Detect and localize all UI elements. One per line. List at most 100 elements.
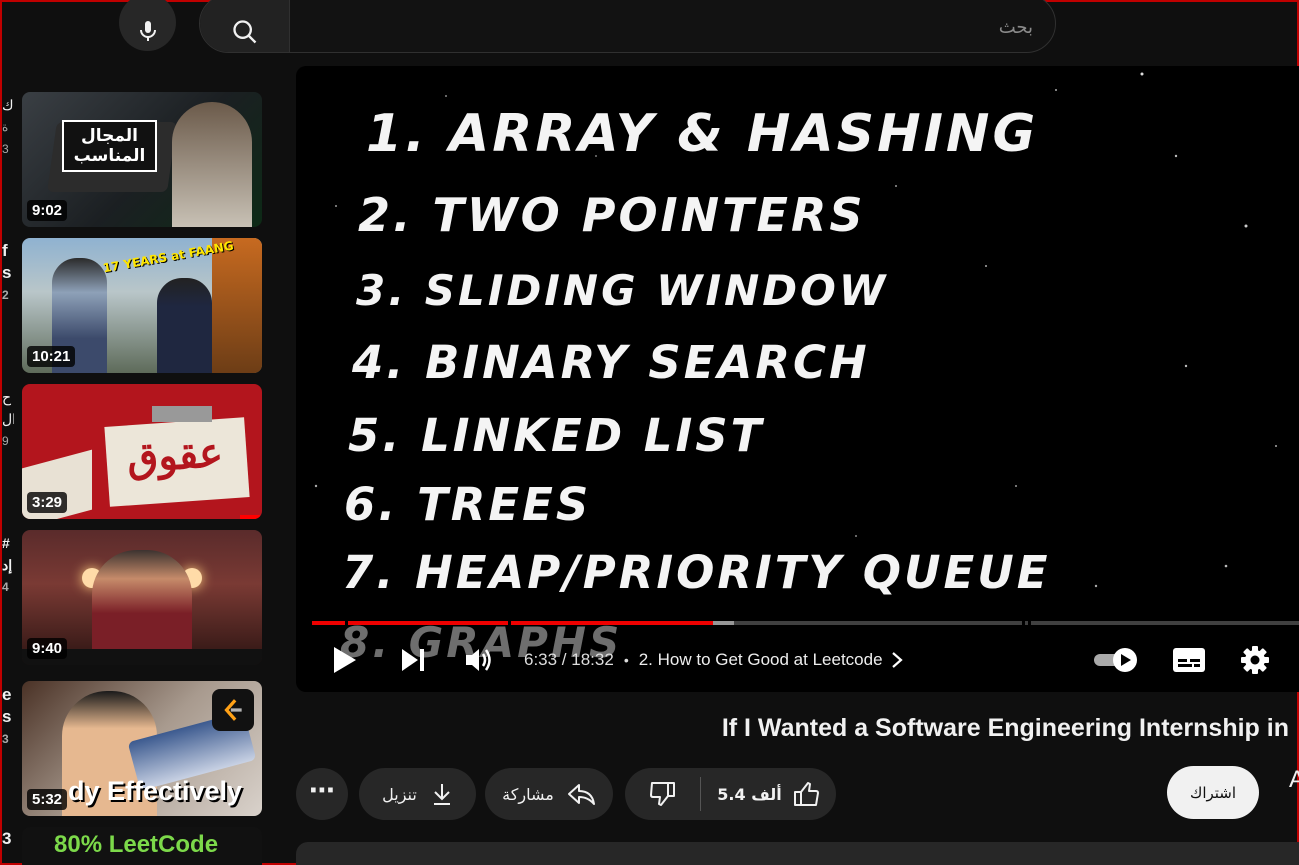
tape-image bbox=[152, 406, 212, 422]
download-icon bbox=[433, 784, 450, 805]
rec-channel-fragment: s bbox=[2, 707, 12, 726]
thumbs-up-icon bbox=[793, 782, 819, 806]
person-image bbox=[172, 102, 252, 227]
topic-line-4: 4. BINARY SEARCH bbox=[352, 336, 870, 389]
time-display: 6:33 / 18:32 • 2. How to Get Good at Lee… bbox=[524, 636, 905, 684]
video-duration: 5:32 bbox=[27, 789, 68, 810]
rec-thumbnail-1[interactable]: المجال المناسب 9:02 bbox=[22, 92, 262, 227]
chapter-marker bbox=[1022, 621, 1025, 625]
captions-icon bbox=[1173, 648, 1205, 672]
search-button[interactable] bbox=[200, 0, 290, 52]
rec-channel-fragment: ال bbox=[2, 411, 14, 427]
gear-icon bbox=[1241, 646, 1269, 674]
share-label: مشاركة bbox=[502, 784, 554, 804]
rec-channel-fragment: إد bbox=[2, 557, 13, 573]
thumbnail-caption: المجال المناسب bbox=[62, 120, 157, 172]
share-button[interactable]: مشاركة bbox=[485, 768, 613, 820]
leetcode-logo-icon bbox=[212, 689, 254, 731]
time-readout: 6:33 / 18:32 bbox=[524, 650, 614, 669]
rec-meta-fragment: 2 bbox=[2, 288, 9, 302]
rec-edge-text-2[interactable]: f s 2 bbox=[2, 240, 14, 306]
rec-title-fragment: e bbox=[2, 685, 12, 704]
rec-thumbnail-4[interactable]: 9:40 bbox=[22, 530, 262, 665]
player-controls: 6:33 / 18:32 • 2. How to Get Good at Lee… bbox=[296, 636, 1299, 684]
settings-button[interactable] bbox=[1240, 636, 1270, 684]
search-bar bbox=[199, 0, 1056, 53]
rec-channel-fragment: s bbox=[2, 263, 12, 282]
video-duration: 9:40 bbox=[27, 638, 68, 659]
rec-meta-fragment: 9 bbox=[2, 434, 9, 448]
more-icon: ⋯ bbox=[309, 776, 335, 806]
topic-line-5: 5. LINKED LIST bbox=[348, 409, 765, 462]
video-duration: 9:02 bbox=[27, 200, 68, 221]
rec-meta-fragment: 3 bbox=[2, 732, 9, 746]
video-player[interactable]: 1. ARRAY & HASHING 2. TWO POINTERS 3. SL… bbox=[296, 66, 1299, 692]
rec-edge-text-6[interactable]: 3 bbox=[2, 828, 14, 850]
rec-edge-text-3[interactable]: ح ال 9 bbox=[2, 386, 14, 452]
video-duration: 3:29 bbox=[27, 492, 68, 513]
video-title: If I Wanted a Software Engineering Inter… bbox=[721, 714, 1289, 742]
thumbnail-caption: 80% LeetCode bbox=[54, 831, 219, 858]
rec-title-fragment: 3 bbox=[2, 829, 12, 848]
like-button[interactable]: 5.4 ألف bbox=[701, 768, 836, 820]
like-dislike-group: 5.4 ألف bbox=[625, 768, 836, 820]
chapter-title[interactable]: 2. How to Get Good at Leetcode bbox=[639, 650, 883, 670]
volume-icon bbox=[466, 649, 491, 671]
skip-next-icon bbox=[402, 649, 424, 671]
tree-image bbox=[212, 238, 262, 373]
rec-title-fragment: # bbox=[2, 535, 10, 551]
topic-line-7: 7. HEAP/PRIORITY QUEUE bbox=[342, 546, 1051, 599]
rec-edge-text-4[interactable]: # إد 4 bbox=[2, 532, 14, 598]
rec-channel-fragment: ة bbox=[2, 120, 9, 134]
subscribe-button[interactable]: اشتراك bbox=[1167, 766, 1259, 819]
rec-title-fragment: ح bbox=[2, 389, 12, 405]
autoplay-icon bbox=[1094, 648, 1137, 672]
video-duration: 10:21 bbox=[27, 346, 76, 367]
progress-played bbox=[312, 621, 713, 625]
like-count: 5.4 ألف bbox=[717, 784, 782, 804]
person-image bbox=[92, 550, 192, 665]
rec-edge-text-1[interactable]: ك ة 3 bbox=[2, 94, 14, 160]
voice-search-button[interactable] bbox=[119, 0, 176, 51]
progress-bar[interactable] bbox=[312, 621, 1299, 625]
volume-button[interactable] bbox=[464, 636, 494, 684]
topic-line-1: 1. ARRAY & HASHING bbox=[366, 104, 1039, 164]
rec-thumbnail-6[interactable]: 80% LeetCode bbox=[22, 827, 262, 865]
topic-line-2: 2. TWO POINTERS bbox=[358, 188, 866, 242]
play-button[interactable] bbox=[332, 636, 358, 684]
search-icon bbox=[232, 19, 256, 43]
rec-title-fragment: f bbox=[2, 241, 8, 260]
rec-thumbnail-3[interactable]: عقوق 3:29 bbox=[22, 384, 262, 519]
chapter-marker bbox=[345, 621, 348, 625]
next-button[interactable] bbox=[400, 636, 426, 684]
rec-title-fragment: ك bbox=[2, 97, 14, 113]
rec-edge-text-5[interactable]: e s 3 bbox=[2, 684, 14, 750]
channel-name-fragment: A bbox=[1289, 766, 1299, 793]
rec-thumbnail-5[interactable]: dy Effectively 5:32 bbox=[22, 681, 262, 816]
watch-progress bbox=[240, 515, 260, 519]
separator-dot: • bbox=[623, 652, 629, 668]
share-icon bbox=[567, 784, 595, 805]
play-icon bbox=[334, 647, 356, 673]
topic-line-6: 6. TREES bbox=[344, 478, 592, 531]
autoplay-toggle[interactable] bbox=[1092, 636, 1140, 684]
person-image bbox=[157, 278, 212, 373]
captions-button[interactable] bbox=[1172, 636, 1206, 684]
download-label: تنزيل bbox=[382, 784, 417, 804]
rec-thumbnail-2[interactable]: 17 YEARS at FAANG 10:21 bbox=[22, 238, 262, 373]
microphone-icon bbox=[139, 20, 156, 41]
description-box[interactable] bbox=[296, 842, 1299, 865]
rec-meta-fragment: 4 bbox=[2, 580, 9, 594]
download-button[interactable]: تنزيل bbox=[359, 768, 476, 820]
rec-meta-fragment: 3 bbox=[2, 142, 9, 156]
thumbs-down-icon bbox=[649, 782, 675, 806]
thumbnail-caption: عقوق bbox=[125, 428, 225, 483]
chevron-right-icon bbox=[891, 652, 903, 668]
topic-line-3: 3. SLIDING WINDOW bbox=[356, 266, 889, 315]
chapter-marker bbox=[508, 621, 511, 625]
dislike-button[interactable] bbox=[625, 768, 700, 820]
search-input[interactable] bbox=[290, 0, 1055, 52]
thumbnail-caption: dy Effectively bbox=[68, 776, 243, 806]
more-actions-button[interactable]: ⋯ bbox=[296, 768, 348, 820]
chapter-marker bbox=[1028, 621, 1031, 625]
